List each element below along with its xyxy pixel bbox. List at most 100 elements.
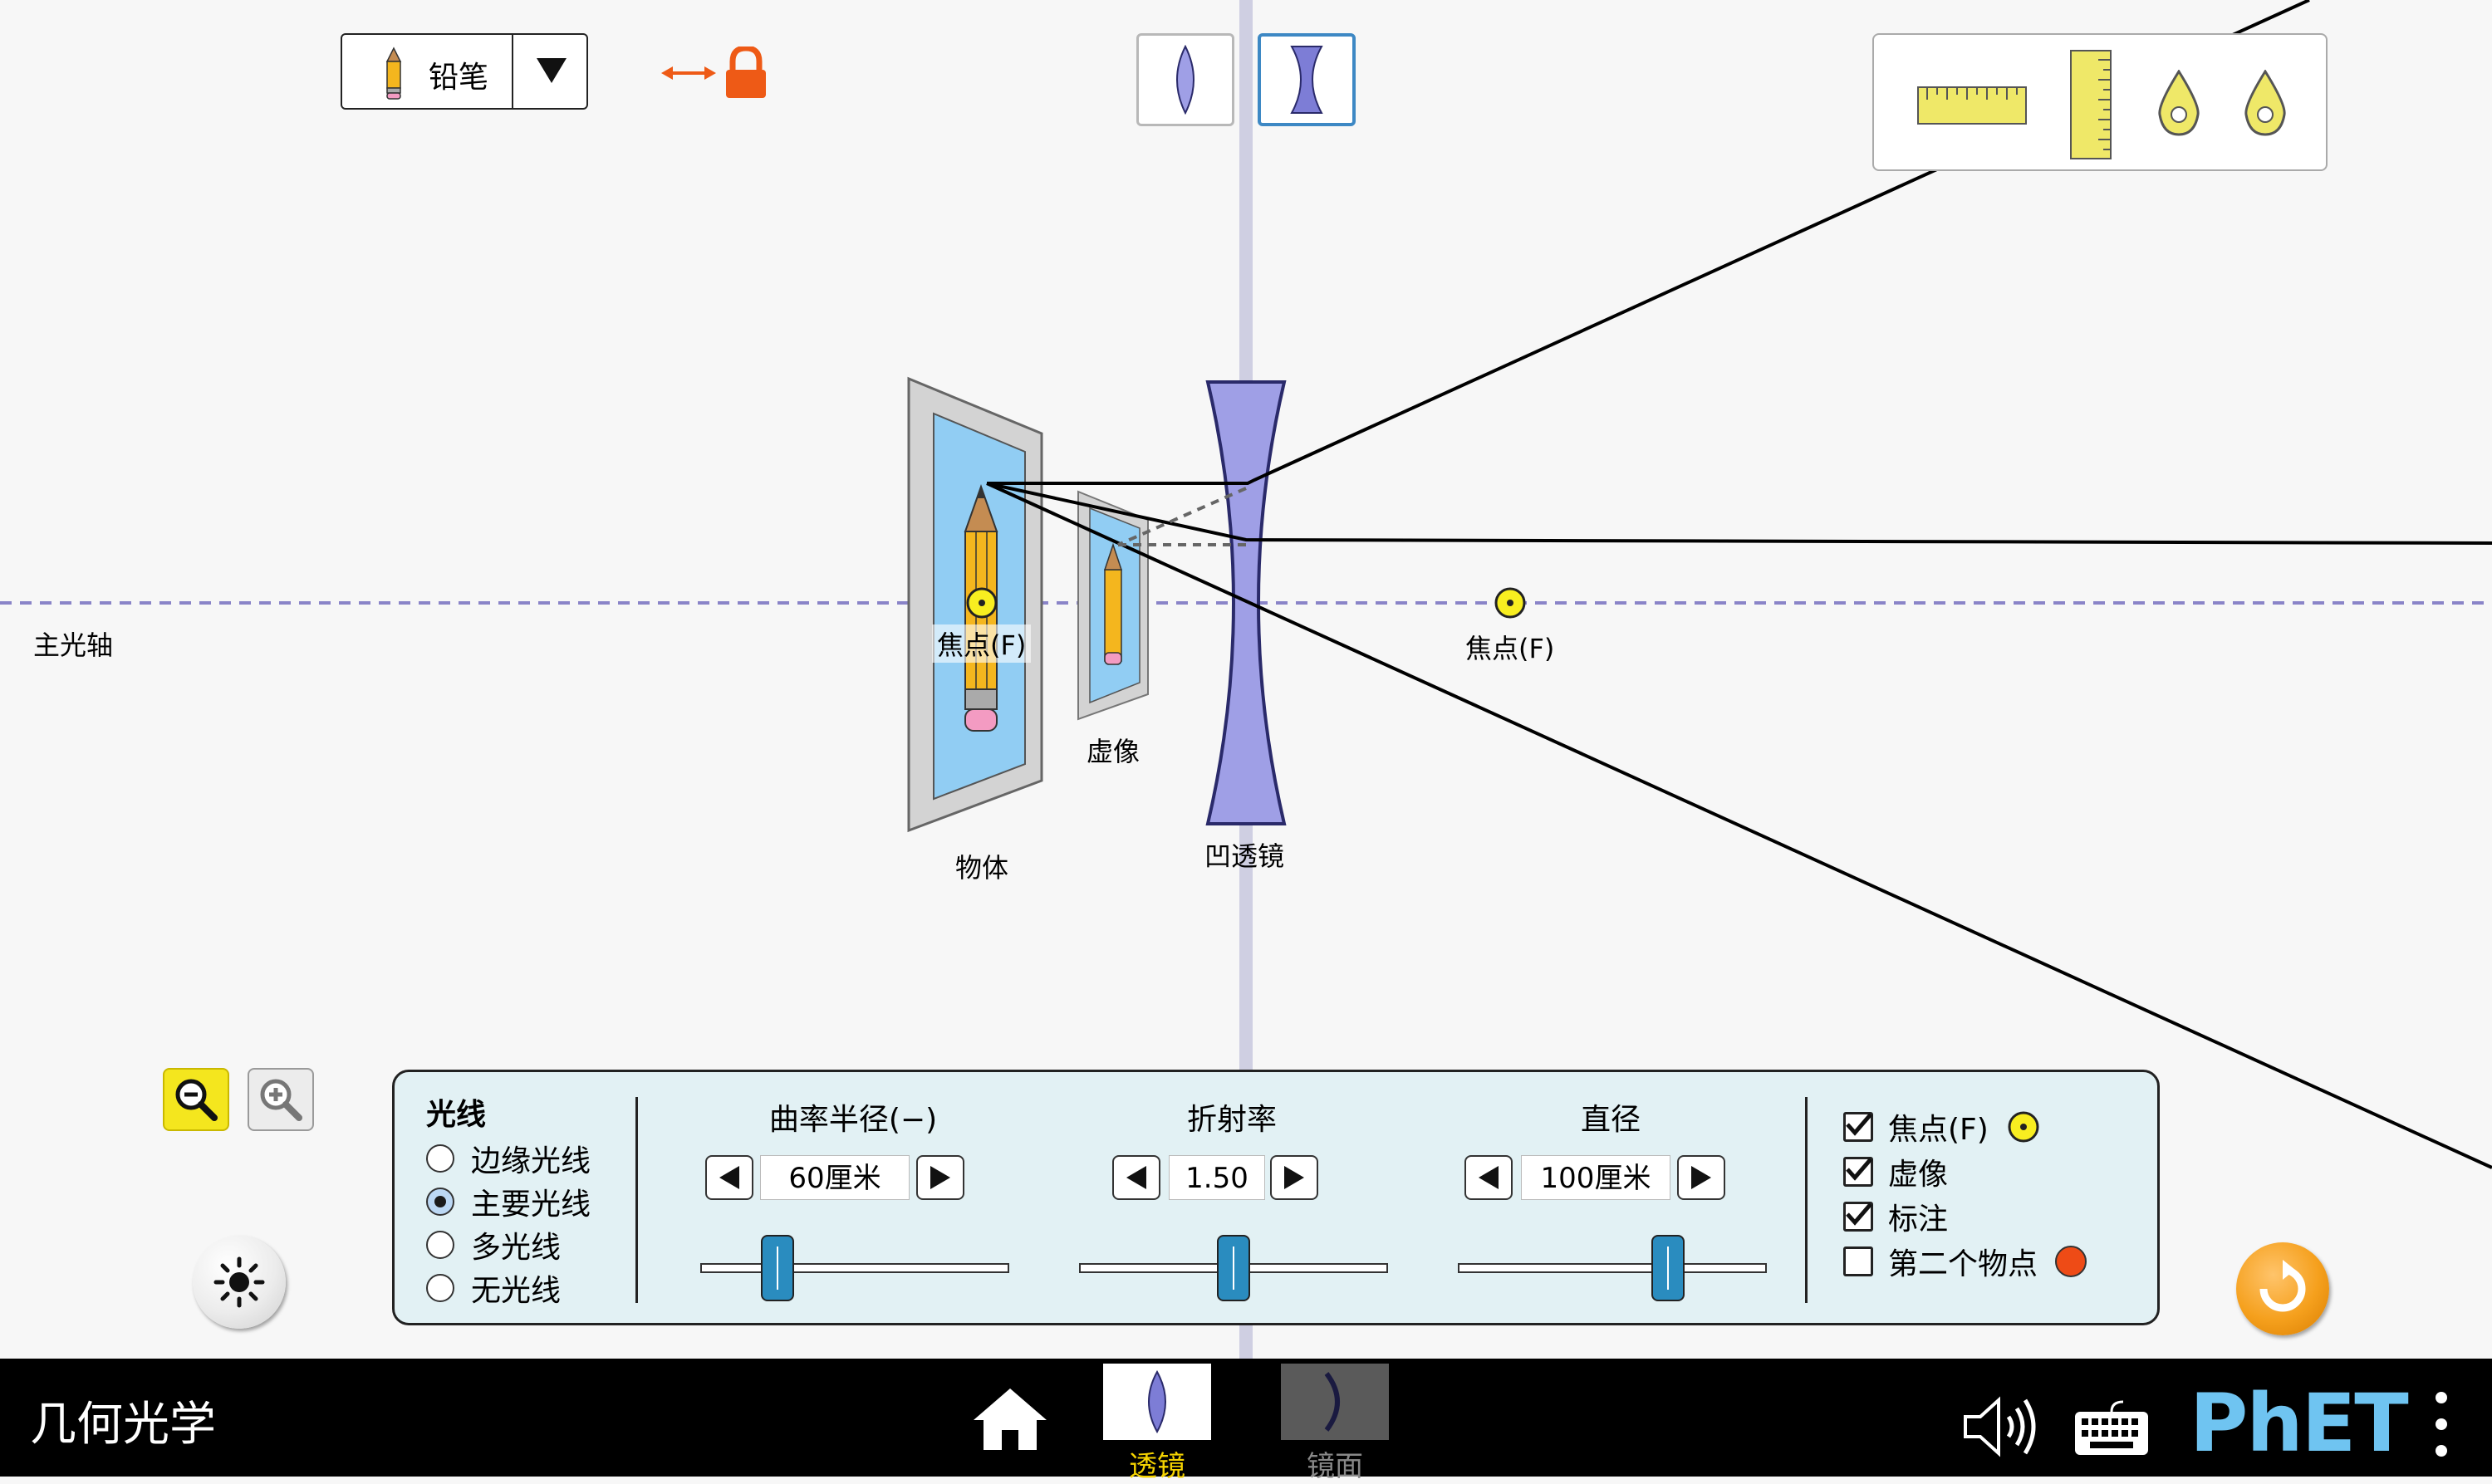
checkbox-label: 第二个物点 [1888, 1247, 2038, 1281]
virtual-image-label: 虚像 [1087, 736, 1141, 767]
diameter-slider-thumb[interactable] [1651, 1235, 1685, 1301]
refractive-index-slider-thumb[interactable] [1217, 1235, 1250, 1301]
panel-divider [635, 1097, 638, 1303]
horizontal-ruler-icon[interactable] [1917, 86, 2027, 125]
focal-point-right [1494, 587, 1526, 619]
diameter-decrement-button[interactable] [1464, 1155, 1513, 1200]
reset-icon [2259, 1260, 2306, 1312]
radius-decrement-button[interactable] [705, 1155, 753, 1200]
arrow-left-icon [719, 1166, 739, 1189]
checkbox-virtual-image[interactable]: 虚像 [1843, 1150, 1948, 1193]
concave-lens-icon [1290, 46, 1323, 114]
radius-slider-thumb[interactable] [761, 1235, 794, 1301]
diameter-slider-track[interactable] [1458, 1263, 1767, 1273]
radio-button [426, 1144, 454, 1173]
arrow-right-icon [1691, 1166, 1711, 1189]
radio-button [426, 1274, 454, 1302]
concave-lens-mode-button[interactable] [1258, 33, 1356, 126]
checkbox-label: 标注 [1888, 1202, 1949, 1237]
focal-point-label-left: 焦点(F) [932, 624, 1032, 663]
object-label: 物体 [955, 852, 1009, 884]
convex-lens-icon [1148, 1370, 1166, 1433]
arrow-left-icon [1479, 1166, 1499, 1189]
object-selector[interactable]: 铅笔 [341, 33, 588, 110]
screen-tab-label: 镜面 [1307, 1450, 1363, 1483]
radius-control: 曲率半径(−) 60厘米 [687, 1072, 1019, 1321]
sound-icon[interactable] [1962, 1395, 2040, 1458]
principal-rays [986, 0, 2492, 1169]
simulation-stage: 主光轴 焦点(F) 焦点(F) 物体 虚像 凹透镜 铅笔 光线 边缘光线 主要光… [0, 0, 2492, 1483]
checkbox-labels[interactable]: 标注 [1843, 1195, 1948, 1238]
home-icon[interactable] [972, 1385, 1048, 1452]
ray-option-label: 多光线 [471, 1231, 562, 1265]
ray-focal [986, 482, 2492, 545]
position-marker-icon[interactable] [2243, 70, 2288, 136]
rays-title: 光线 [426, 1098, 487, 1132]
refractive-index-title: 折射率 [1186, 1103, 1277, 1137]
lock-icon [726, 47, 766, 98]
principal-axis-label: 主光轴 [33, 629, 114, 661]
phet-logo[interactable]: PhET [2190, 1377, 2409, 1470]
radio-button-selected [426, 1188, 454, 1216]
screen-tab-label: 透镜 [1129, 1450, 1185, 1483]
diameter-control: 直径 100厘米 [1445, 1072, 1777, 1321]
ray-option-label: 主要光线 [471, 1188, 591, 1222]
position-marker-icon[interactable] [2156, 70, 2201, 136]
refractive-index-increment-button[interactable] [1270, 1155, 1318, 1200]
checkbox-label: 虚像 [1888, 1158, 1949, 1192]
arrow-left-icon [1126, 1166, 1146, 1189]
screen-tab-lens[interactable]: 透镜 [1103, 1364, 1211, 1483]
lens-label: 凹透镜 [1204, 840, 1285, 872]
check-icon [1846, 1113, 1872, 1136]
double-arrow-icon [661, 66, 716, 80]
horizontal-lock-toggle[interactable] [661, 47, 778, 100]
refractive-index-decrement-button[interactable] [1112, 1155, 1160, 1200]
checkbox-box [1843, 1202, 1873, 1232]
checkbox-second-point[interactable]: 第二个物点 [1843, 1240, 2089, 1283]
object-selector-label: 铅笔 [429, 61, 489, 95]
arrow-right-icon [930, 1166, 950, 1189]
mirror-icon [1324, 1372, 1340, 1432]
ray-option-many[interactable]: 多光线 [426, 1223, 561, 1266]
radius-slider-track[interactable] [700, 1263, 1009, 1273]
ray-option-marginal[interactable]: 边缘光线 [426, 1137, 591, 1180]
chevron-down-icon[interactable] [535, 56, 568, 85]
ray-option-label: 无光线 [471, 1274, 562, 1308]
zoom-in-icon [260, 1079, 302, 1121]
radius-increment-button[interactable] [916, 1155, 964, 1200]
zoom-out-icon [175, 1079, 218, 1121]
radius-stepper: 60厘米 [687, 1155, 1019, 1205]
reset-all-button[interactable] [2236, 1242, 2329, 1335]
checkbox-box [1843, 1246, 1873, 1276]
zoom-in-button[interactable] [248, 1068, 314, 1131]
zoom-out-button[interactable] [163, 1068, 229, 1131]
selector-divider [512, 35, 513, 108]
refractive-index-value: 1.50 [1169, 1155, 1265, 1200]
checkbox-box [1843, 1157, 1873, 1187]
radius-value: 60厘米 [760, 1155, 910, 1200]
focal-point-label-right: 焦点(F) [1465, 633, 1555, 664]
checkbox-focal-point[interactable]: 焦点(F) [1843, 1105, 2042, 1149]
ray-option-principal[interactable]: 主要光线 [426, 1180, 591, 1223]
focal-point-left [966, 587, 998, 619]
screen-tab-mirror[interactable]: 镜面 [1281, 1364, 1389, 1483]
control-panel: 光线 边缘光线 主要光线 多光线 无光线 曲率半径(−) 60厘米 折射率 1.… [392, 1070, 2160, 1325]
more-options-menu[interactable] [2432, 1392, 2449, 1458]
sun-icon [213, 1256, 265, 1308]
check-icon [1846, 1202, 1872, 1226]
navigation-bar: 几何光学 透镜 镜面 PhET [0, 1359, 2492, 1483]
ray-option-none[interactable]: 无光线 [426, 1266, 561, 1310]
vertical-ruler-icon[interactable] [2070, 50, 2112, 159]
radius-title: 曲率半径(−) [768, 1103, 938, 1137]
diameter-increment-button[interactable] [1677, 1155, 1725, 1200]
radio-button [426, 1231, 454, 1259]
light-toggle-button[interactable] [193, 1236, 286, 1329]
lens-screen-thumbnail [1103, 1364, 1211, 1440]
keyboard-icon[interactable] [2073, 1400, 2150, 1457]
refractive-index-stepper: 1.50 [1066, 1155, 1398, 1205]
check-icon [1846, 1158, 1872, 1181]
pencil-icon [385, 47, 402, 100]
convex-lens-mode-button[interactable] [1136, 33, 1234, 126]
checkbox-label: 焦点(F) [1888, 1113, 1989, 1147]
refractive-index-control: 折射率 1.50 [1066, 1072, 1398, 1321]
